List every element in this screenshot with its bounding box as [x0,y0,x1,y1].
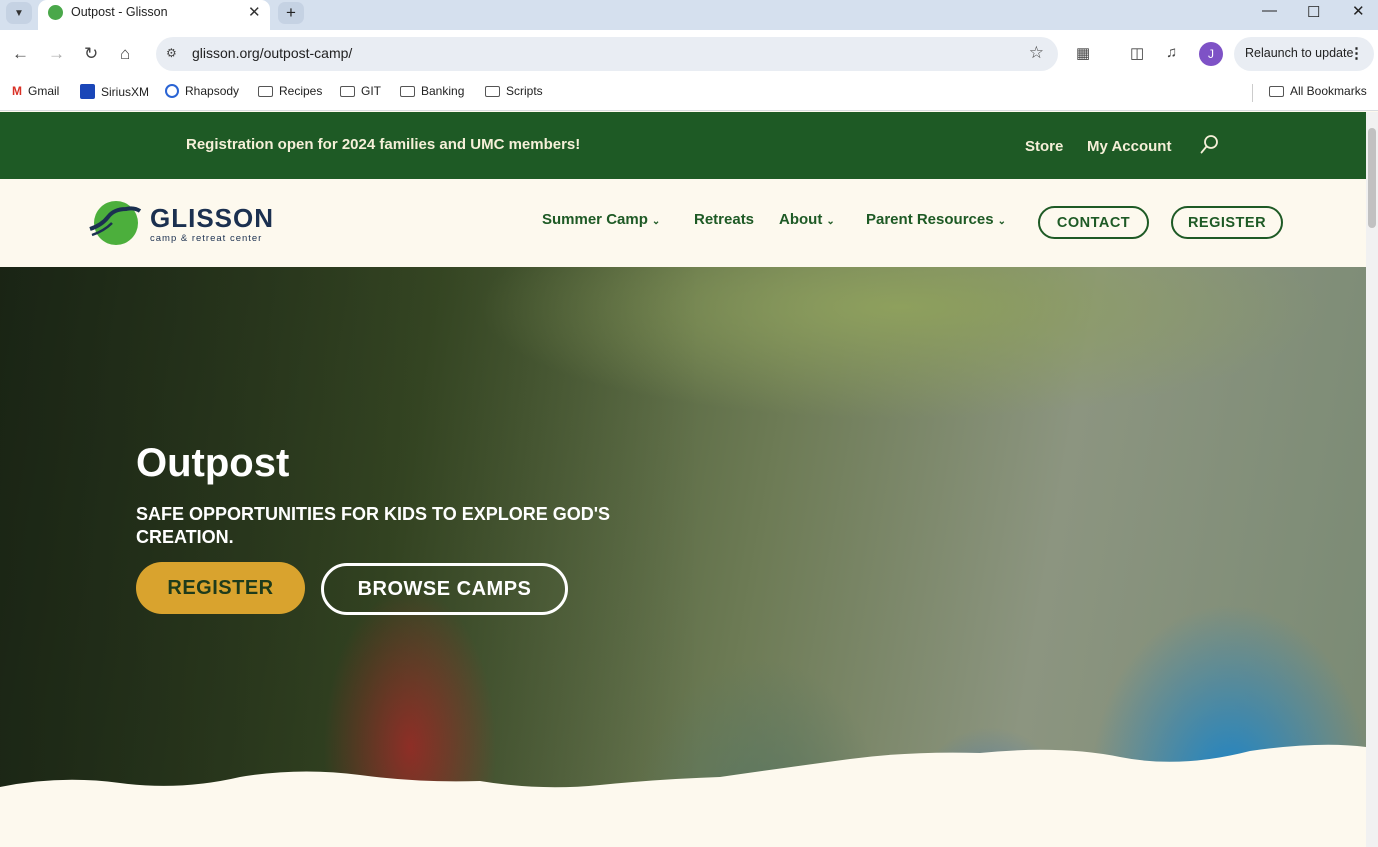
bookmark-star-icon[interactable]: ☆ [1029,43,1044,63]
url-text[interactable]: glisson.org/outpost-camp/ [192,45,352,61]
nav-about-label: About [779,211,823,228]
bookmark-rhapsody[interactable]: Rhapsody [165,84,239,98]
active-tab[interactable]: Outpost - Glisson ✕ [38,0,270,30]
bookmark-recipes[interactable]: Recipes [258,84,322,98]
search-icon[interactable] [1200,134,1220,156]
glisson-logo[interactable]: GLISSON camp & retreat center [88,199,288,247]
back-icon[interactable]: ← [12,44,29,64]
minimize-icon[interactable]: — [1262,2,1277,19]
announcement-bar: Registration open for 2024 families and … [0,112,1366,179]
site-info-icon[interactable]: ⚙ [166,46,177,60]
address-bar[interactable]: ⚙ glisson.org/outpost-camp/ ☆ [156,37,1058,71]
hero-subtitle: SAFE OPPORTUNITIES FOR KIDS TO EXPLORE G… [136,504,611,547]
maximize-icon[interactable]: ☐ [1307,3,1320,21]
bookmark-label: Banking [421,84,465,98]
plus-icon: + [286,3,296,22]
scrollbar-thumb[interactable] [1368,128,1376,228]
media-control-icon[interactable]: ♫ [1166,44,1177,61]
more-menu-icon[interactable]: ⋮ [1349,44,1364,62]
bookmark-label: Rhapsody [185,84,240,98]
cast-icon[interactable]: ◫ [1130,44,1144,62]
new-tab-button[interactable]: + [278,2,304,24]
bookmark-gmail[interactable]: M Gmail [12,84,59,98]
site-favicon-icon [48,5,63,20]
all-bookmarks[interactable]: All Bookmarks [1269,84,1367,98]
chevron-down-icon: ⌄ [997,216,1006,227]
all-bookmarks-label: All Bookmarks [1290,84,1367,98]
forward-icon[interactable]: → [48,44,65,64]
tab-title: Outpost - Glisson [71,5,168,19]
nav-summer-camp-label: Summer Camp [542,211,648,228]
announcement-text: Registration open for 2024 families and … [186,136,581,153]
reload-icon[interactable]: ↻ [84,44,98,64]
gmail-icon: M [12,84,22,98]
home-icon[interactable]: ⌂ [120,44,130,64]
torn-paper-edge [0,744,1366,847]
chevron-down-icon: ⌄ [826,216,835,227]
chevron-down-icon: ⌄ [651,216,661,227]
folder-icon [340,85,355,97]
relaunch-button[interactable]: Relaunch to update ⋮ [1234,37,1374,71]
logo-wordmark: GLISSON [150,203,275,233]
extensions-icon[interactable]: ▦ [1076,44,1090,62]
bookmarks-divider [1252,84,1253,102]
logo-mark-icon [89,201,142,245]
bookmark-label: GIT [361,84,381,98]
page-scrollbar[interactable] [1366,112,1378,847]
nav-about[interactable]: About ⌄ [779,211,835,228]
contact-label: CONTACT [1056,214,1131,231]
profile-initial: J [1208,47,1214,61]
rhapsody-icon [165,84,179,98]
close-tab-icon[interactable]: ✕ [248,3,261,21]
bookmark-banking[interactable]: Banking [400,84,464,98]
bookmark-label: Gmail [28,84,60,98]
tab-search-button[interactable]: ▼ [6,2,32,24]
bookmark-git[interactable]: GIT [340,84,381,98]
folder-icon [1269,85,1284,97]
nav-retreats-label: Retreats [694,211,755,228]
nav-parent-resources[interactable]: Parent Resources ⌄ [866,211,1006,228]
nav-parent-resources-label: Parent Resources [866,211,994,228]
nav-summer-camp[interactable]: Summer Camp ⌄ [542,211,660,228]
register-label: REGISTER [1187,214,1267,231]
site-header: GLISSON camp & retreat center Summer Cam… [0,179,1366,267]
bookmark-label: SiriusXM [101,84,150,99]
tab-strip: ▼ Outpost - Glisson ✕ + — ☐ ✕ [0,0,1378,30]
chevron-down-icon: ▼ [14,7,24,19]
hero-register-label: REGISTER [167,576,274,599]
hero-title: Outpost [136,441,290,485]
bookmark-scripts[interactable]: Scripts [485,84,543,98]
contact-button[interactable]: CONTACT [1038,206,1149,239]
bookmark-siriusxm[interactable]: SiriusXM [80,84,149,99]
browser-toolbar: ← → ↻ ⌂ ⚙ glisson.org/outpost-camp/ ☆ ▦ … [0,30,1378,78]
relaunch-label: Relaunch to update [1245,46,1354,60]
profile-avatar[interactable]: J [1199,42,1223,66]
browse-camps-label: BROWSE CAMPS [357,577,532,600]
siriusxm-icon [80,84,95,99]
bookmarks-bar: M Gmail SiriusXM Rhapsody Recipes GIT Ba… [0,78,1378,111]
folder-icon [258,85,273,97]
hero-register-button[interactable]: REGISTER [136,562,305,614]
bookmark-label: Recipes [279,84,323,98]
hero-banner: Outpost SAFE OPPORTUNITIES FOR KIDS TO E… [0,267,1366,847]
header-register-button[interactable]: REGISTER [1171,206,1283,239]
window-close-icon[interactable]: ✕ [1352,2,1365,20]
logo-tagline: camp & retreat center [150,233,263,244]
browse-camps-button[interactable]: BROWSE CAMPS [321,563,568,615]
folder-icon [485,85,500,97]
my-account-link[interactable]: My Account [1087,138,1171,155]
store-link[interactable]: Store [1025,138,1063,155]
nav-retreats[interactable]: Retreats [694,211,754,228]
folder-icon [400,85,415,97]
bookmark-label: Scripts [506,84,543,98]
